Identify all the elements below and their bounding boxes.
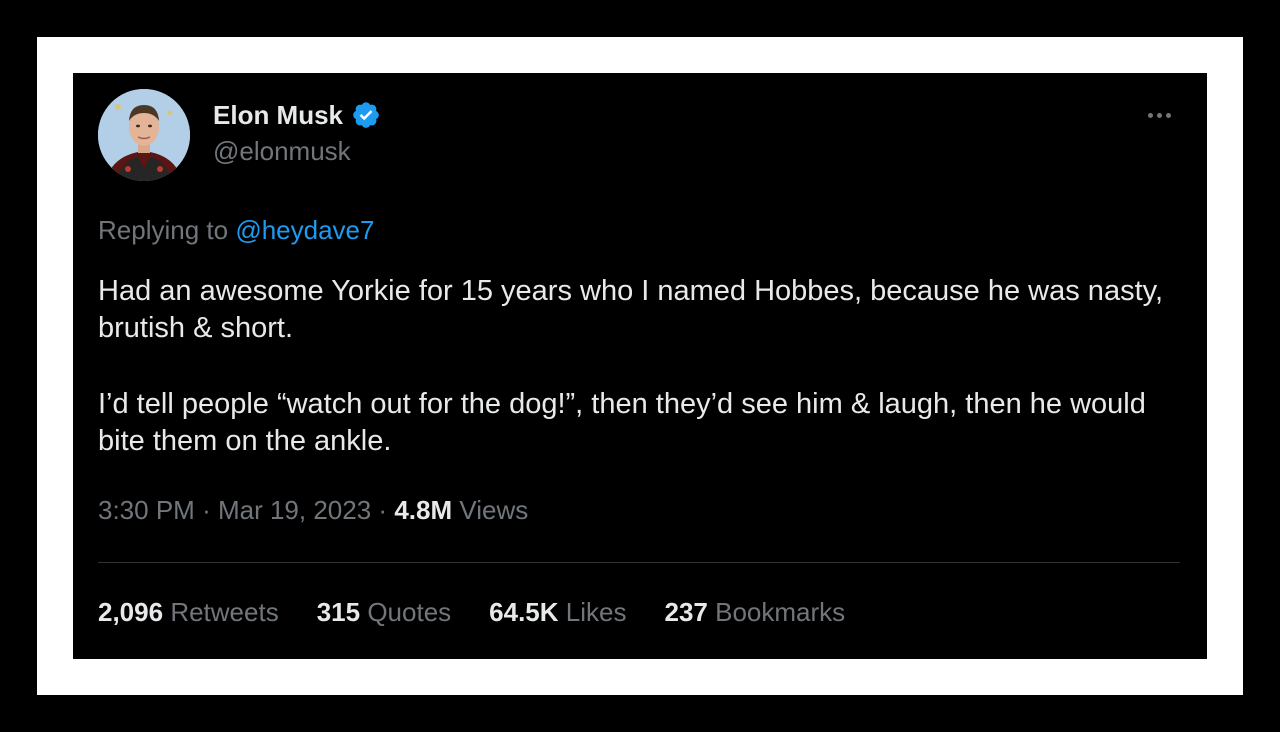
stat-label: Bookmarks [715,597,846,627]
tweet-date[interactable]: Mar 19, 2023 [218,495,371,525]
verified-badge-icon [353,102,379,128]
views-count[interactable]: 4.8M [394,495,452,525]
replying-to-line: Replying to @heydave7 [98,215,374,246]
stat-label: Retweets [170,597,279,627]
stat-label: Likes [565,597,627,627]
avatar-image [98,89,190,181]
avatar[interactable] [98,89,190,181]
tweet-paragraph: I’d tell people “watch out for the dog!”… [98,388,1146,457]
stat-bookmarks[interactable]: 237 Bookmarks [664,597,845,628]
stat-label: Quotes [367,597,452,627]
tweet-card: Elon Musk @elonmusk Replying to @heydave… [73,73,1207,659]
tweet-time[interactable]: 3:30 PM [98,495,195,525]
stat-count: 2,096 [98,597,164,627]
more-dot [1165,112,1171,118]
divider [98,562,1180,563]
stat-count: 64.5K [489,597,559,627]
more-horizontal-icon[interactable] [1141,101,1177,129]
stat-count: 237 [664,597,708,627]
reply-mention-link[interactable]: @heydave7 [235,215,374,245]
views-label: Views [459,495,529,525]
meta-separator: · [378,495,388,525]
tweet-meta: 3:30 PM · Mar 19, 2023 · 4.8M Views [98,495,528,526]
stat-retweets[interactable]: 2,096 Retweets [98,597,279,628]
stat-likes[interactable]: 64.5K Likes [489,597,626,628]
more-dot [1156,112,1162,118]
stat-count: 315 [316,597,361,627]
author-handle[interactable]: @elonmusk [213,136,351,167]
meta-separator: · [202,495,211,525]
stat-quotes[interactable]: 315 Quotes [317,597,451,628]
tweet-text: Had an awesome Yorkie for 15 years who I… [98,273,1188,460]
engagement-stats: 2,096 Retweets 315 Quotes 64.5K Likes 23… [98,597,845,628]
tweet-paragraph: Had an awesome Yorkie for 15 years who I… [98,275,1164,344]
author-name-row: Elon Musk [213,97,381,133]
more-dot [1147,112,1153,118]
display-name[interactable]: Elon Musk [213,100,343,131]
replying-to-label: Replying to [98,215,229,245]
